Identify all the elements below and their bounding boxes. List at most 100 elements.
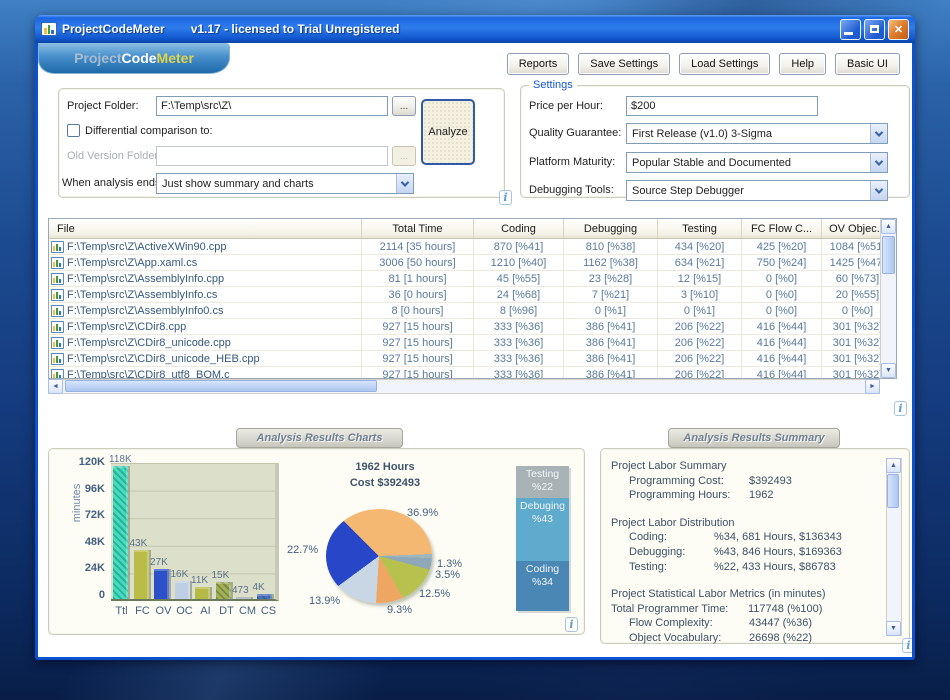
- summary-heading: Project Labor Distribution: [611, 516, 883, 531]
- bar-value-label: 27K: [150, 557, 168, 568]
- when-analysis-ends-label: When analysis ends:: [62, 177, 164, 189]
- column-header-file[interactable]: File: [49, 219, 362, 238]
- info-icon[interactable]: i: [499, 190, 512, 205]
- platform-maturity-select[interactable]: Popular Stable and Documented: [626, 152, 888, 173]
- quality-guarantee-select[interactable]: First Release (v1.0) 3-Sigma: [626, 123, 888, 144]
- table-cell: 1425 [%47]: [822, 255, 881, 270]
- column-header-coding[interactable]: Coding: [474, 219, 564, 238]
- reports-button[interactable]: Reports: [507, 53, 570, 75]
- table-cell: 24 [%68]: [474, 287, 564, 302]
- bar-value-label: 43K: [130, 538, 148, 549]
- help-button[interactable]: Help: [779, 53, 826, 75]
- file-cell: F:\Temp\src\Z\ActiveXWin90.cpp: [49, 239, 362, 254]
- table-cell: 301 [%32]: [822, 319, 881, 334]
- table-vertical-scrollbar[interactable]: ▲ ▼: [880, 219, 896, 378]
- file-cell: F:\Temp\src\Z\AssemblyInfo0.cs: [49, 303, 362, 318]
- dropdown-button[interactable]: [870, 153, 887, 172]
- save-settings-button[interactable]: Save Settings: [578, 53, 670, 75]
- basic-ui-button[interactable]: Basic UI: [835, 53, 900, 75]
- logo-part-project: Project: [74, 50, 121, 66]
- pie: [326, 509, 432, 603]
- dropdown-button[interactable]: [396, 174, 413, 193]
- file-chart-icon: [51, 257, 64, 269]
- table-row[interactable]: F:\Temp\src\Z\CDir8_utf8_BOM.c927 [15 ho…: [49, 367, 881, 378]
- title-bar[interactable]: ProjectCodeMeter v1.17 - licensed to Tri…: [35, 15, 915, 43]
- column-header-debugging[interactable]: Debugging: [564, 219, 658, 238]
- table-cell: 1162 [%38]: [564, 255, 658, 270]
- column-header-fc-flow[interactable]: FC Flow C...: [742, 219, 822, 238]
- license-text: v1.17 - licensed to Trial Unregistered: [191, 22, 400, 36]
- summary-scrollbar[interactable]: ▲ ▼: [886, 458, 902, 636]
- table-cell: 0 [%0]: [742, 303, 822, 318]
- info-icon[interactable]: i: [902, 638, 912, 653]
- table-horizontal-scrollbar[interactable]: ◄ ►: [48, 379, 880, 394]
- chevron-down-icon: [875, 185, 883, 193]
- info-icon[interactable]: i: [565, 617, 578, 632]
- segment-label: Testing: [526, 468, 559, 481]
- table-cell: 416 [%44]: [742, 351, 822, 366]
- table-cell: 927 [15 hours]: [362, 351, 474, 366]
- table-cell: 3006 [50 hours]: [362, 255, 474, 270]
- differential-checkbox[interactable]: [67, 124, 80, 137]
- table-cell: 12 [%15]: [658, 271, 742, 286]
- scroll-up-button[interactable]: ▲: [881, 219, 896, 234]
- minimize-button[interactable]: [840, 19, 861, 40]
- when-analysis-ends-select[interactable]: Just show summary and charts: [156, 173, 414, 194]
- x-tick-label: FC: [132, 605, 153, 617]
- table-cell: 1210 [%40]: [474, 255, 564, 270]
- table-row[interactable]: F:\Temp\src\Z\CDir8_unicode_HEB.cpp927 […: [49, 351, 881, 367]
- settings-caption: Settings: [529, 79, 577, 91]
- maximize-button[interactable]: [864, 19, 885, 40]
- scroll-down-button[interactable]: ▼: [881, 363, 896, 378]
- scrollbar-thumb[interactable]: [65, 380, 377, 392]
- table-row[interactable]: F:\Temp\src\Z\AssemblyInfo.cpp81 [1 hour…: [49, 271, 881, 287]
- x-tick-label: CS: [258, 605, 279, 617]
- table-cell: 333 [%36]: [474, 367, 564, 378]
- table-row[interactable]: F:\Temp\src\Z\CDir8_unicode.cpp927 [15 h…: [49, 335, 881, 351]
- file-cell: F:\Temp\src\Z\AssemblyInfo.cpp: [49, 271, 362, 286]
- bar-ai: [195, 587, 210, 599]
- window-title: ProjectCodeMeter v1.17 - licensed to Tri…: [62, 22, 840, 36]
- debugging-tools-label: Debugging Tools:: [529, 184, 614, 196]
- table-cell: 810 [%38]: [564, 239, 658, 254]
- load-settings-button[interactable]: Load Settings: [679, 53, 770, 75]
- bar-slot: 27K: [152, 463, 173, 599]
- table-row[interactable]: F:\Temp\src\Z\AssemblyInfo0.cs8 [0 hours…: [49, 303, 881, 319]
- table-cell: 1084 [%51]: [822, 239, 881, 254]
- scrollbar-thumb[interactable]: [887, 474, 899, 508]
- info-icon[interactable]: i: [894, 401, 907, 416]
- bar-ttl: [113, 466, 128, 599]
- scroll-down-button[interactable]: ▼: [886, 621, 901, 636]
- price-per-hour-input[interactable]: [626, 96, 818, 116]
- bar-slot: 473: [234, 463, 255, 599]
- scrollbar-thumb[interactable]: [882, 236, 895, 274]
- quality-guarantee-value: First Release (v1.0) 3-Sigma: [627, 128, 870, 140]
- table-row[interactable]: F:\Temp\src\Z\App.xaml.cs3006 [50 hours]…: [49, 255, 881, 271]
- browse-button[interactable]: ...: [392, 96, 416, 116]
- scroll-left-button[interactable]: ◄: [48, 379, 63, 394]
- column-header-total-time[interactable]: Total Time: [362, 219, 474, 238]
- table-cell: 45 [%55]: [474, 271, 564, 286]
- dropdown-button[interactable]: [870, 124, 887, 143]
- close-button[interactable]: ✕: [888, 19, 909, 40]
- bar-chart-plot: 118K43K27K16K11K15K4734K: [111, 463, 279, 601]
- analyze-button[interactable]: Analyze: [421, 99, 475, 165]
- table-row[interactable]: F:\Temp\src\Z\CDir8.cpp927 [15 hours]333…: [49, 319, 881, 335]
- scroll-right-button[interactable]: ►: [865, 379, 880, 394]
- file-chart-icon: [51, 305, 64, 317]
- column-header-testing[interactable]: Testing: [658, 219, 742, 238]
- debugging-tools-select[interactable]: Source Step Debugger: [626, 180, 888, 201]
- table-row[interactable]: F:\Temp\src\Z\ActiveXWin90.cpp2114 [35 h…: [49, 239, 881, 255]
- charts-panel: minutes 120K96K72K48K24K0 118K43K27K16K1…: [48, 448, 585, 635]
- table-cell: 416 [%44]: [742, 319, 822, 334]
- file-chart-icon: [51, 321, 64, 333]
- bar-cs: [257, 594, 272, 599]
- platform-maturity-value: Popular Stable and Documented: [627, 157, 870, 169]
- minimize-icon: [844, 32, 853, 35]
- project-folder-input[interactable]: [156, 96, 388, 116]
- table-cell: 8 [%96]: [474, 303, 564, 318]
- table-cell: 0 [%0]: [822, 303, 881, 318]
- table-row[interactable]: F:\Temp\src\Z\AssemblyInfo.cs36 [0 hours…: [49, 287, 881, 303]
- scroll-up-button[interactable]: ▲: [886, 458, 901, 473]
- dropdown-button[interactable]: [870, 181, 887, 200]
